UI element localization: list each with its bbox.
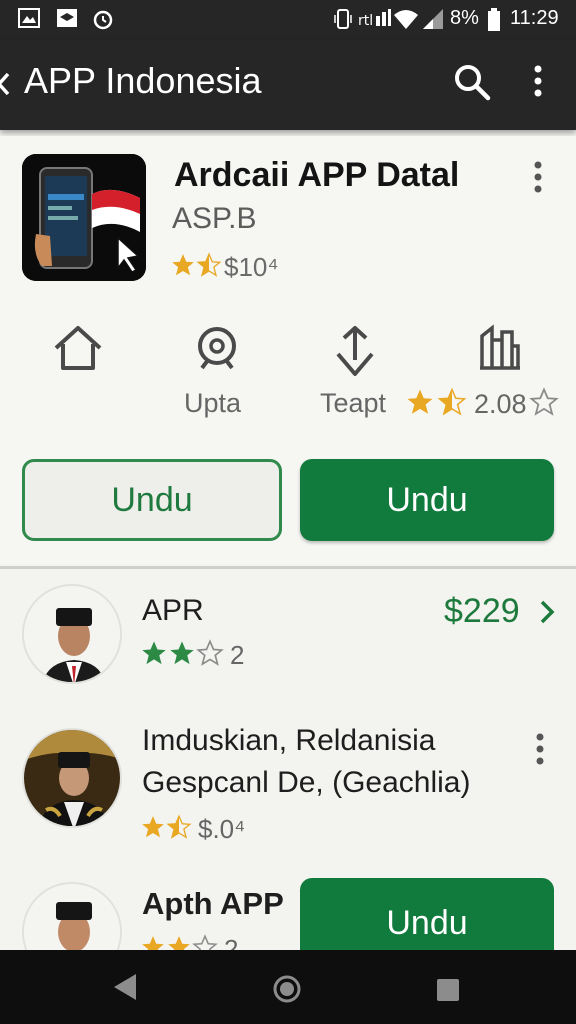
signal-icon <box>421 8 445 34</box>
star-empty-icon <box>528 387 559 421</box>
battery-icon <box>487 8 501 36</box>
back-arrow-icon[interactable] <box>0 66 14 106</box>
list-item-name: Apth APP <box>142 886 284 921</box>
list-item-rating: 2 <box>140 639 245 671</box>
download-secondary-button[interactable]: Undu <box>22 459 282 541</box>
avatar <box>22 882 122 950</box>
battery-percent: 8% <box>450 7 479 29</box>
star-empty-icon <box>196 639 224 671</box>
star-full-icon <box>140 934 166 950</box>
list-item-price: $229 <box>444 592 520 630</box>
list-item-rating: 2 <box>140 934 238 950</box>
action-label-teapt: Teapt <box>320 388 387 418</box>
status-bar: rtl 8% 11:29 <box>0 0 576 40</box>
star-half-icon <box>166 814 192 844</box>
rating-value: $.0⁴ <box>198 813 246 844</box>
recents-icon[interactable] <box>436 978 460 1006</box>
star-full-icon <box>168 639 196 671</box>
avatar <box>22 728 122 828</box>
page-title: APP Indonesia <box>24 60 262 101</box>
star-empty-icon <box>192 934 218 950</box>
avatar <box>22 584 122 684</box>
building-icon[interactable] <box>478 324 522 376</box>
home-icon[interactable] <box>52 324 104 376</box>
star-full-icon <box>140 639 168 671</box>
school-icon <box>56 8 78 32</box>
star-half-icon <box>196 252 222 282</box>
star-full-icon <box>170 252 196 282</box>
star-half-icon <box>436 387 468 421</box>
more-vert-icon[interactable] <box>534 732 546 770</box>
divider <box>0 566 576 569</box>
app-bar: APP Indonesia <box>0 40 576 130</box>
star-full-icon <box>140 814 166 844</box>
navigation-bar <box>0 950 576 1024</box>
app-icon[interactable] <box>22 154 146 281</box>
back-icon[interactable] <box>112 972 138 1006</box>
wifi-icon <box>393 8 419 34</box>
share-icon[interactable] <box>332 324 378 382</box>
list-item-name: Imduskian, Reldanisia <box>142 724 436 757</box>
developer-name[interactable]: ASP.B <box>172 202 257 236</box>
list-item-subtitle: Gespcanl De, (Geachlia) <box>142 766 471 799</box>
svg-text:rtl: rtl <box>358 13 373 29</box>
alarm-icon <box>92 8 114 34</box>
network-icon: rtl <box>358 8 392 34</box>
list-item-rating: $.0⁴ <box>140 814 245 844</box>
list-item[interactable]: Imduskian, Reldanisia Gespcanl De, (Geac… <box>0 722 576 862</box>
home-button-icon[interactable] <box>272 974 302 1008</box>
clock: 11:29 <box>510 7 559 29</box>
app-price: $10⁴ <box>224 251 279 282</box>
rating-value: 2.08 <box>474 388 527 419</box>
rating-value: 2 <box>224 933 239 951</box>
card-more-icon[interactable] <box>532 160 544 198</box>
chevron-right-icon[interactable] <box>538 598 556 630</box>
gallery-icon <box>18 8 40 32</box>
star-half-icon <box>166 934 192 950</box>
vibrate-icon <box>334 8 352 34</box>
star-full-icon <box>404 387 436 421</box>
more-vert-icon[interactable] <box>532 64 544 104</box>
app-rating: $10⁴ <box>170 252 279 282</box>
rating-value: 2 <box>230 639 245 670</box>
action-label-upta: Upta <box>184 388 242 418</box>
app-detail-card: Ardcaii APP Datal ASP.B $10⁴ Upta Teapt … <box>0 136 576 564</box>
list-item[interactable]: APR 2 $229 <box>0 578 576 708</box>
download-primary-button[interactable]: Undu <box>300 459 554 541</box>
detail-rating: 2.08 <box>404 387 559 421</box>
search-icon[interactable] <box>452 62 492 106</box>
app-name: Ardcaii APP Datal <box>174 156 460 194</box>
list-item-name: APR <box>142 594 204 627</box>
search-person-icon[interactable] <box>192 324 242 378</box>
